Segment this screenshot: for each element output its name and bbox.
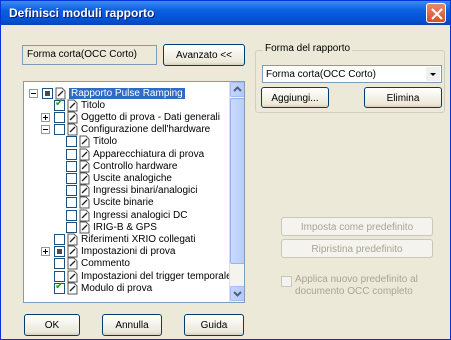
restore-default-button-label: Ripristina predefinito	[311, 244, 403, 255]
report-form-group-title: Forma del rapporto	[263, 43, 353, 54]
tree-item-label: Commento	[81, 258, 130, 270]
title-bar[interactable]: Definisci moduli rapporto	[1, 1, 450, 25]
help-button[interactable]: Guida	[184, 314, 244, 336]
chevron-down-icon	[233, 291, 242, 297]
collapse-icon[interactable]	[29, 88, 38, 98]
dialog-window: Definisci moduli rapporto Forma corta(OC…	[0, 0, 451, 340]
cancel-button-label: Annulla	[115, 320, 149, 331]
tree-item-checkbox[interactable]	[54, 111, 65, 123]
expand-icon[interactable]	[41, 247, 50, 257]
tree-content: Rapporto Pulse RampingTitoloOggetto di p…	[24, 82, 230, 302]
set-default-button-label: Imposta come predefinito	[300, 222, 414, 233]
delete-button-label: Elimina	[386, 93, 420, 104]
tree-item-label: Impostazioni del trigger temporale	[81, 270, 230, 282]
apply-default-label: Applica nuovo predefinito al documento O…	[295, 274, 418, 297]
tree-item-checkbox[interactable]	[54, 258, 65, 270]
format-name-field[interactable]: Forma corta(OCC Corto)	[22, 45, 157, 65]
tree-item-label: Controllo hardware	[93, 160, 178, 172]
tree-item[interactable]: Rapporto Pulse Ramping	[29, 86, 185, 100]
ok-button-label: OK	[44, 320, 60, 331]
tree-item-label: Modulo di prova	[81, 282, 153, 294]
tree-item-checkbox[interactable]	[54, 281, 65, 294]
delete-button[interactable]: Elimina	[364, 87, 442, 108]
set-default-button[interactable]: Imposta come predefinito	[281, 217, 433, 236]
tree-item-checkbox[interactable]	[66, 172, 77, 184]
tree-item-label: Riferimenti XRIO collegati	[81, 233, 196, 245]
tree-item-checkbox[interactable]	[66, 148, 77, 160]
tree-item-label: Rapporto Pulse Ramping	[69, 87, 185, 99]
tree-item-label: Configurazione dell'hardware	[81, 124, 211, 136]
tree-item-label: Ingressi analogici DC	[93, 209, 188, 221]
tree-item-label: Titolo	[93, 136, 118, 148]
tree-item-checkbox[interactable]	[54, 246, 65, 258]
dropdown-button[interactable]	[426, 67, 440, 81]
tree-item-checkbox[interactable]	[66, 160, 77, 172]
tree-item-checkbox[interactable]	[66, 136, 77, 148]
tree-item-label: Impostazioni di prova	[81, 246, 176, 258]
close-icon	[431, 8, 443, 20]
tree-item-label: IRIG-B & GPS	[93, 221, 157, 233]
collapse-icon[interactable]	[41, 125, 50, 135]
apply-default-checkbox[interactable]	[281, 276, 292, 287]
tree-item-checkbox[interactable]	[54, 124, 65, 136]
tree-item-checkbox[interactable]	[66, 197, 77, 209]
tree-scrollbar[interactable]	[229, 82, 244, 302]
chevron-up-icon	[233, 86, 242, 92]
tree-item-label: Apparecchiatura di prova	[93, 148, 205, 160]
ok-button[interactable]: OK	[24, 314, 80, 336]
expand-icon[interactable]	[41, 112, 50, 122]
tree-item[interactable]: Modulo di prova	[54, 281, 152, 295]
add-button-label: Aggiungi...	[271, 93, 319, 104]
chevron-down-icon	[430, 73, 436, 76]
window-title: Definisci moduli rapporto	[9, 6, 155, 20]
scroll-up-button[interactable]	[230, 82, 244, 97]
advanced-button-label: Avanzato <<	[176, 50, 232, 61]
cancel-button[interactable]: Annulla	[102, 314, 162, 336]
restore-default-button[interactable]: Ripristina predefinito	[281, 239, 433, 258]
tree-item-checkbox[interactable]	[54, 98, 65, 111]
report-form-select-value: Forma corta(OCC Corto)	[266, 69, 377, 80]
tree-item-label: Uscite binarie	[93, 197, 154, 209]
format-name-value: Forma corta(OCC Corto)	[27, 49, 138, 60]
tree-item-checkbox[interactable]	[66, 185, 77, 197]
add-button[interactable]: Aggiungi...	[261, 87, 329, 108]
scroll-thumb[interactable]	[230, 98, 244, 264]
tree-item-checkbox[interactable]	[66, 221, 77, 233]
report-modules-tree[interactable]: Rapporto Pulse RampingTitoloOggetto di p…	[23, 81, 245, 303]
tree-item-checkbox[interactable]	[42, 87, 53, 99]
tree-item-label: Uscite analogiche	[93, 172, 172, 184]
close-button[interactable]	[426, 3, 446, 23]
tree-item-checkbox[interactable]	[54, 233, 65, 245]
tree-item-checkbox[interactable]	[66, 209, 77, 221]
help-button-label: Guida	[200, 320, 228, 331]
document-icon	[67, 282, 78, 295]
tree-item-label: Titolo	[81, 99, 106, 111]
tree-item-label: Oggetto di prova - Dati generali	[81, 111, 220, 123]
tree-item-label: Ingressi binari/analogici	[93, 185, 198, 197]
scroll-down-button[interactable]	[230, 286, 244, 301]
report-form-select[interactable]: Forma corta(OCC Corto)	[262, 65, 442, 83]
advanced-button[interactable]: Avanzato <<	[163, 44, 245, 66]
